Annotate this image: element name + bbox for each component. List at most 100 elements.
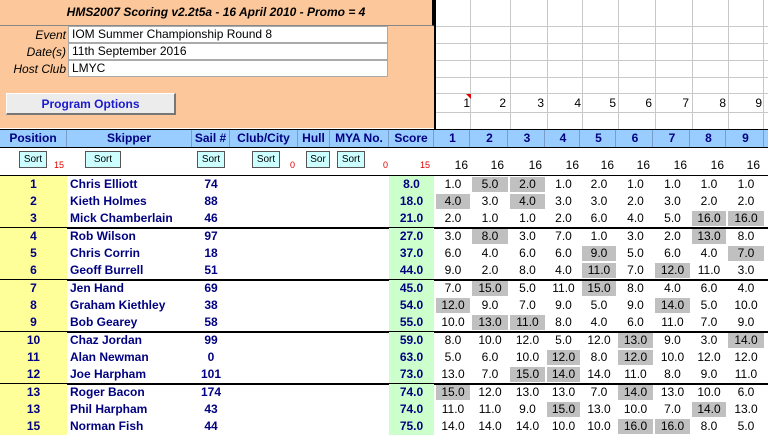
table-row[interactable]: 7 Jen Hand 69 45.0 7.0 15.0 5.0 11.0 15.0 8.0 4.0 6… bbox=[0, 280, 768, 297]
sort-position-button[interactable]: Sort bbox=[19, 151, 47, 168]
table-row[interactable]: 4 Rob Wilson 97 27.0 3.0 8.0 3.0 7.0 1.0 3.0 2.0 13… bbox=[0, 228, 768, 245]
position-cell: 12 bbox=[0, 366, 67, 383]
position-cell: 5 bbox=[0, 245, 67, 262]
race-result-cell: 13.0 bbox=[734, 402, 758, 416]
sail-cell: 43 bbox=[204, 402, 218, 416]
race-result-cell: 9.0 bbox=[555, 298, 572, 312]
race-result-cell: 8.0 bbox=[444, 333, 462, 347]
sort-skipper-button[interactable]: Sort bbox=[85, 151, 121, 168]
race-result-cell: 1.0 bbox=[737, 177, 755, 191]
race-result-cell: 4.0 bbox=[436, 194, 470, 209]
skipper-cell: Chris Corrin bbox=[70, 246, 141, 260]
sail-cell: 58 bbox=[204, 315, 218, 329]
race-result-cell: 9.0 bbox=[700, 367, 718, 381]
sort-hull-button[interactable]: Sor bbox=[306, 151, 330, 168]
race-entry-count: 16 bbox=[490, 158, 504, 172]
race-result-cell: 9.0 bbox=[627, 298, 644, 312]
race-result-cell: 4.0 bbox=[700, 246, 718, 260]
race-result-cell: 3.0 bbox=[700, 333, 718, 347]
race-result-cell: 6.0 bbox=[627, 315, 644, 329]
host-club-field[interactable]: LMYC bbox=[68, 60, 388, 77]
position-cell: 13 bbox=[0, 401, 67, 418]
gridline bbox=[436, 43, 768, 44]
position-cell: 9 bbox=[0, 314, 67, 331]
race-entry-count: 16 bbox=[454, 158, 468, 172]
sort-sail-button[interactable]: Sort bbox=[197, 151, 225, 168]
table-row[interactable]: 13 Phil Harpham 43 74.0 11.0 11.0 9.0 15.0 13.0 1… bbox=[0, 401, 768, 418]
table-row[interactable]: 9 Bob Gearey 58 55.0 10.0 13.0 11.0 8.0 4.0 6.0 11… bbox=[0, 314, 768, 331]
score-cell: 63.0 bbox=[389, 349, 434, 366]
race-result-cell: 16.0 bbox=[728, 211, 764, 226]
table-row[interactable]: 3 Mick Chamberlain 46 21.0 2.0 1.0 1.0 2.0 6.0 4.… bbox=[0, 210, 768, 227]
race-result-cell: 6.0 bbox=[555, 246, 572, 260]
table-row[interactable]: 1 Chris Elliott 74 8.0 1.0 5.0 2.0 1.0 2.0 1.0 1.0… bbox=[0, 176, 768, 193]
race-result-cell: 13.0 bbox=[515, 385, 540, 399]
club-count: 0 bbox=[290, 160, 296, 170]
skipper-cell: Jen Hand bbox=[70, 281, 125, 295]
program-options-button[interactable]: Program Options bbox=[6, 93, 176, 115]
race-result-cell: 14.0 bbox=[692, 402, 726, 417]
position-cell: 10 bbox=[0, 332, 67, 349]
race-result-cell: 3.0 bbox=[590, 194, 608, 208]
table-row[interactable]: 5 Chris Corrin 18 37.0 6.0 4.0 6.0 6.0 9.0 5.0 6.0… bbox=[0, 245, 768, 262]
race-result-cell: 5.0 bbox=[664, 211, 681, 225]
race-result-cell: 12.0 bbox=[436, 298, 470, 313]
race-result-cell: 10.0 bbox=[697, 385, 721, 399]
gridline bbox=[436, 93, 768, 94]
sail-cell: 97 bbox=[204, 229, 218, 243]
race-result-cell: 12.0 bbox=[515, 333, 540, 347]
race-result-cell: 3.0 bbox=[444, 229, 462, 243]
race-result-cell: 13.0 bbox=[660, 385, 685, 399]
table-row[interactable]: 8 Graham Kiethley 38 54.0 12.0 9.0 7.0 9.0 5.0 9.… bbox=[0, 297, 768, 314]
race-number-top: 6 bbox=[645, 96, 652, 110]
race-result-cell: 5.0 bbox=[627, 246, 644, 260]
sort-club-button[interactable]: Sort bbox=[252, 151, 280, 168]
table-row[interactable]: 13 Roger Bacon 174 74.0 15.0 12.0 13.0 13.0 7.0 1… bbox=[0, 384, 768, 401]
header-race-3: 3 bbox=[510, 130, 545, 147]
race-result-cell: 11.0 bbox=[441, 402, 465, 416]
race-result-cell: 3.0 bbox=[555, 194, 572, 208]
race-result-cell: 3.0 bbox=[664, 194, 681, 208]
header-skipper: Skipper bbox=[67, 130, 192, 147]
race-result-cell: 7.0 bbox=[664, 402, 681, 416]
gridline bbox=[436, 112, 768, 113]
race-result-cell: 14.0 bbox=[587, 367, 611, 381]
score-cell: 8.0 bbox=[389, 176, 434, 193]
skipper-cell: Mick Chamberlain bbox=[70, 211, 173, 225]
race-result-cell: 1.0 bbox=[444, 177, 462, 191]
header-race-9: 9 bbox=[728, 130, 764, 147]
race-result-cell: 8.0 bbox=[627, 281, 644, 295]
race-result-cell: 5.0 bbox=[555, 333, 572, 347]
skipper-cell: Graham Kiethley bbox=[70, 298, 166, 312]
dates-field[interactable]: 11th September 2016 bbox=[68, 43, 388, 60]
sail-cell: 99 bbox=[204, 333, 218, 347]
race-result-cell: 14.0 bbox=[515, 419, 540, 433]
table-row[interactable]: 12 Joe Harpham 101 73.0 13.0 7.0 15.0 14.0 14.0 1… bbox=[0, 366, 768, 383]
table-row[interactable]: 2 Kieth Holmes 88 18.0 4.0 3.0 4.0 3.0 3.0 2.0 3.0… bbox=[0, 193, 768, 210]
table-row[interactable]: 11 Alan Newman 0 63.0 5.0 6.0 10.0 12.0 8.0 12.0 1… bbox=[0, 349, 768, 366]
race-entry-count: 16 bbox=[528, 158, 542, 172]
race-result-cell: 16.0 bbox=[655, 419, 690, 434]
skipper-cell: Chris Elliott bbox=[70, 177, 138, 191]
event-field[interactable]: IOM Summer Championship Round 8 bbox=[68, 26, 388, 43]
position-cell: 3 bbox=[0, 210, 67, 227]
race-result-cell: 4.0 bbox=[627, 211, 644, 225]
table-row[interactable]: 6 Geoff Burrell 51 44.0 9.0 2.0 8.0 4.0 11.0 7.0 1… bbox=[0, 262, 768, 279]
race-result-cell: 2.0 bbox=[700, 194, 718, 208]
sail-cell: 38 bbox=[204, 298, 218, 312]
position-cell: 7 bbox=[0, 280, 67, 297]
sort-mya-button[interactable]: Sort bbox=[337, 151, 365, 168]
sail-cell: 51 bbox=[204, 263, 218, 277]
race-result-cell: 10.0 bbox=[441, 315, 465, 329]
table-row[interactable]: 15 Norman Fish 44 75.0 14.0 14.0 14.0 10.0 10.0 1… bbox=[0, 418, 768, 435]
race-result-cell: 2.0 bbox=[664, 229, 681, 243]
table-row[interactable]: 10 Chaz Jordan 99 59.0 8.0 10.0 12.0 5.0 12.0 13.… bbox=[0, 332, 768, 349]
race-result-cell: 10.0 bbox=[551, 419, 576, 433]
race-result-cell: 14.0 bbox=[441, 419, 465, 433]
race-result-cell: 4.0 bbox=[555, 263, 572, 277]
score-cell: 55.0 bbox=[389, 314, 434, 331]
race-result-cell: 12.0 bbox=[547, 350, 580, 365]
race-result-cell: 5.0 bbox=[472, 177, 508, 192]
header-sail: Sail # bbox=[192, 130, 230, 147]
race-result-cell: 16.0 bbox=[692, 211, 726, 226]
